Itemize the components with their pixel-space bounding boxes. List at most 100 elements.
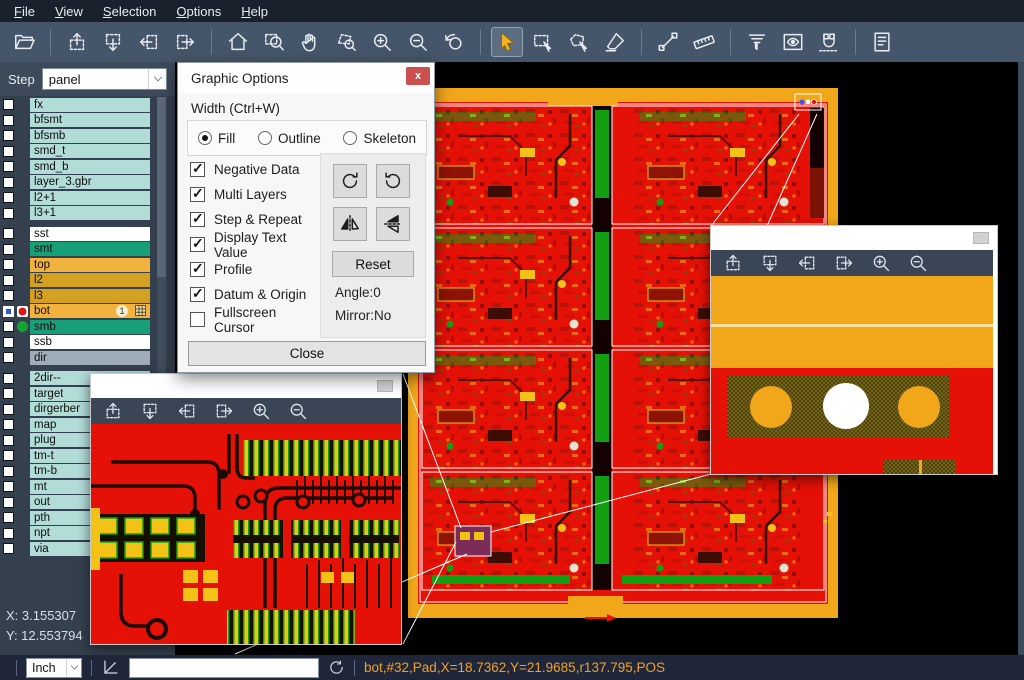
layer-visibility-checkbox[interactable] — [3, 466, 14, 477]
layer-visibility-checkbox[interactable] — [3, 259, 14, 270]
layer-name[interactable]: l2+1 — [30, 191, 150, 205]
zoom-in-button[interactable] — [871, 253, 891, 273]
layer-name[interactable]: l3+1 — [30, 206, 150, 220]
sync-icon[interactable] — [328, 659, 345, 676]
layer-visibility-checkbox[interactable] — [3, 352, 14, 363]
layer-visibility-checkbox[interactable] — [3, 497, 14, 508]
magnifier-2-view[interactable] — [711, 276, 997, 474]
menu-view[interactable]: View — [45, 4, 93, 19]
magnifier-window-1[interactable] — [90, 373, 402, 645]
radio-skeleton[interactable]: Skeleton — [343, 131, 416, 146]
layer-visibility-checkbox[interactable] — [3, 404, 14, 415]
layer-row-smd_t[interactable]: smd_t — [0, 144, 156, 160]
layer-row-l2[interactable]: l2 — [0, 273, 156, 289]
layer-row-ssb[interactable]: ssb — [0, 335, 156, 351]
layer-visibility-checkbox[interactable] — [3, 275, 14, 286]
magnifier-1-view[interactable] — [91, 424, 401, 644]
layer-visibility-checkbox[interactable] — [3, 450, 14, 461]
move-up-button[interactable] — [62, 28, 92, 56]
radio-fill[interactable]: Fill — [198, 131, 235, 146]
layer-name[interactable]: smd_b — [30, 160, 150, 174]
move-down-button[interactable] — [760, 253, 780, 273]
move-right-button[interactable] — [214, 401, 234, 421]
dialog-close-button[interactable]: Close — [188, 341, 426, 366]
command-input[interactable] — [129, 658, 319, 678]
menu-selection[interactable]: Selection — [93, 4, 166, 19]
snap-button[interactable] — [814, 28, 844, 56]
unit-select[interactable]: Inch — [26, 658, 82, 678]
layer-name[interactable]: sst — [30, 227, 150, 241]
layer-name[interactable]: smb — [30, 320, 150, 334]
rotate-ccw-button[interactable] — [376, 164, 410, 198]
layer-visibility-checkbox[interactable] — [3, 337, 14, 348]
layer-name[interactable]: l3 — [30, 289, 150, 303]
layer-visibility-checkbox[interactable] — [3, 228, 14, 239]
clear-brush-button[interactable] — [600, 28, 630, 56]
zoom-out-button[interactable] — [908, 253, 928, 273]
move-down-button[interactable] — [98, 28, 128, 56]
layer-row-l3+1[interactable]: l3+1 — [0, 206, 156, 222]
move-left-button[interactable] — [177, 401, 197, 421]
layer-visibility-checkbox[interactable] — [3, 244, 14, 255]
layer-grid-icon[interactable] — [135, 305, 146, 316]
layer-name[interactable]: smd_t — [30, 144, 150, 158]
checkbox-multi-layers[interactable]: Multi Layers — [190, 182, 320, 207]
layer-row-smd_b[interactable]: smd_b — [0, 159, 156, 175]
layer-visibility-checkbox[interactable] — [3, 115, 14, 126]
layer-name[interactable]: fx — [30, 98, 150, 112]
layer-name[interactable]: bot1 — [30, 304, 150, 318]
layer-name[interactable]: ssb — [30, 335, 150, 349]
checkbox-box[interactable] — [190, 287, 205, 302]
layer-row-fx[interactable]: fx — [0, 97, 156, 113]
zoom-out-button[interactable] — [403, 28, 433, 56]
layer-name[interactable]: top — [30, 258, 150, 272]
menu-help[interactable]: Help — [231, 4, 278, 19]
flip-v-button[interactable] — [376, 207, 410, 241]
move-left-button[interactable] — [797, 253, 817, 273]
zoom-out-button[interactable] — [288, 401, 308, 421]
zoom-in-button[interactable] — [367, 28, 397, 56]
checkbox-box[interactable] — [190, 312, 205, 327]
view-eye-button[interactable] — [778, 28, 808, 56]
layer-visibility-checkbox[interactable] — [3, 512, 14, 523]
radio-dot[interactable] — [343, 131, 357, 145]
open-file-button[interactable] — [9, 28, 39, 56]
move-down-button[interactable] — [140, 401, 160, 421]
checkbox-negative-data[interactable]: Negative Data — [190, 157, 320, 182]
layer-visibility-checkbox[interactable] — [3, 306, 14, 317]
move-right-button[interactable] — [834, 253, 854, 273]
magnifier-2-titlebar[interactable] — [711, 226, 997, 250]
zoom-window-button[interactable] — [259, 28, 289, 56]
menu-file[interactable]: File — [4, 4, 45, 19]
checkbox-box[interactable] — [190, 187, 205, 202]
poly-select-button[interactable] — [564, 28, 594, 56]
checkbox-profile[interactable]: Profile — [190, 257, 320, 282]
move-left-button[interactable] — [134, 28, 164, 56]
filter-button[interactable] — [742, 28, 772, 56]
layer-row-sst[interactable]: sst — [0, 226, 156, 242]
magnifier-2-close-button[interactable] — [973, 232, 989, 244]
layer-visibility-checkbox[interactable] — [3, 146, 14, 157]
layer-visibility-checkbox[interactable] — [3, 161, 14, 172]
layer-name[interactable]: l2 — [30, 273, 150, 287]
pan-button[interactable] — [295, 28, 325, 56]
layer-visibility-checkbox[interactable] — [3, 481, 14, 492]
layer-visibility-checkbox[interactable] — [3, 321, 14, 332]
layer-row-smt[interactable]: smt — [0, 242, 156, 258]
layer-row-bfsmt[interactable]: bfsmt — [0, 113, 156, 129]
magnifier-window-2[interactable] — [710, 225, 998, 475]
layer-visibility-checkbox[interactable] — [3, 208, 14, 219]
layer-visibility-checkbox[interactable] — [3, 177, 14, 188]
select-button[interactable] — [492, 28, 522, 56]
checkbox-fullscreen-cursor[interactable]: Fullscreen Cursor — [190, 307, 320, 332]
layer-name[interactable]: dir — [30, 351, 150, 365]
checkbox-box[interactable] — [190, 262, 205, 277]
radio-dot[interactable] — [198, 131, 212, 145]
rect-select-button[interactable] — [528, 28, 558, 56]
menu-options[interactable]: Options — [166, 4, 231, 19]
radio-outline[interactable]: Outline — [258, 131, 321, 146]
home-button[interactable] — [223, 28, 253, 56]
checkbox-step-repeat[interactable]: Step & Repeat — [190, 207, 320, 232]
checkbox-box[interactable] — [190, 162, 205, 177]
move-up-button[interactable] — [103, 401, 123, 421]
